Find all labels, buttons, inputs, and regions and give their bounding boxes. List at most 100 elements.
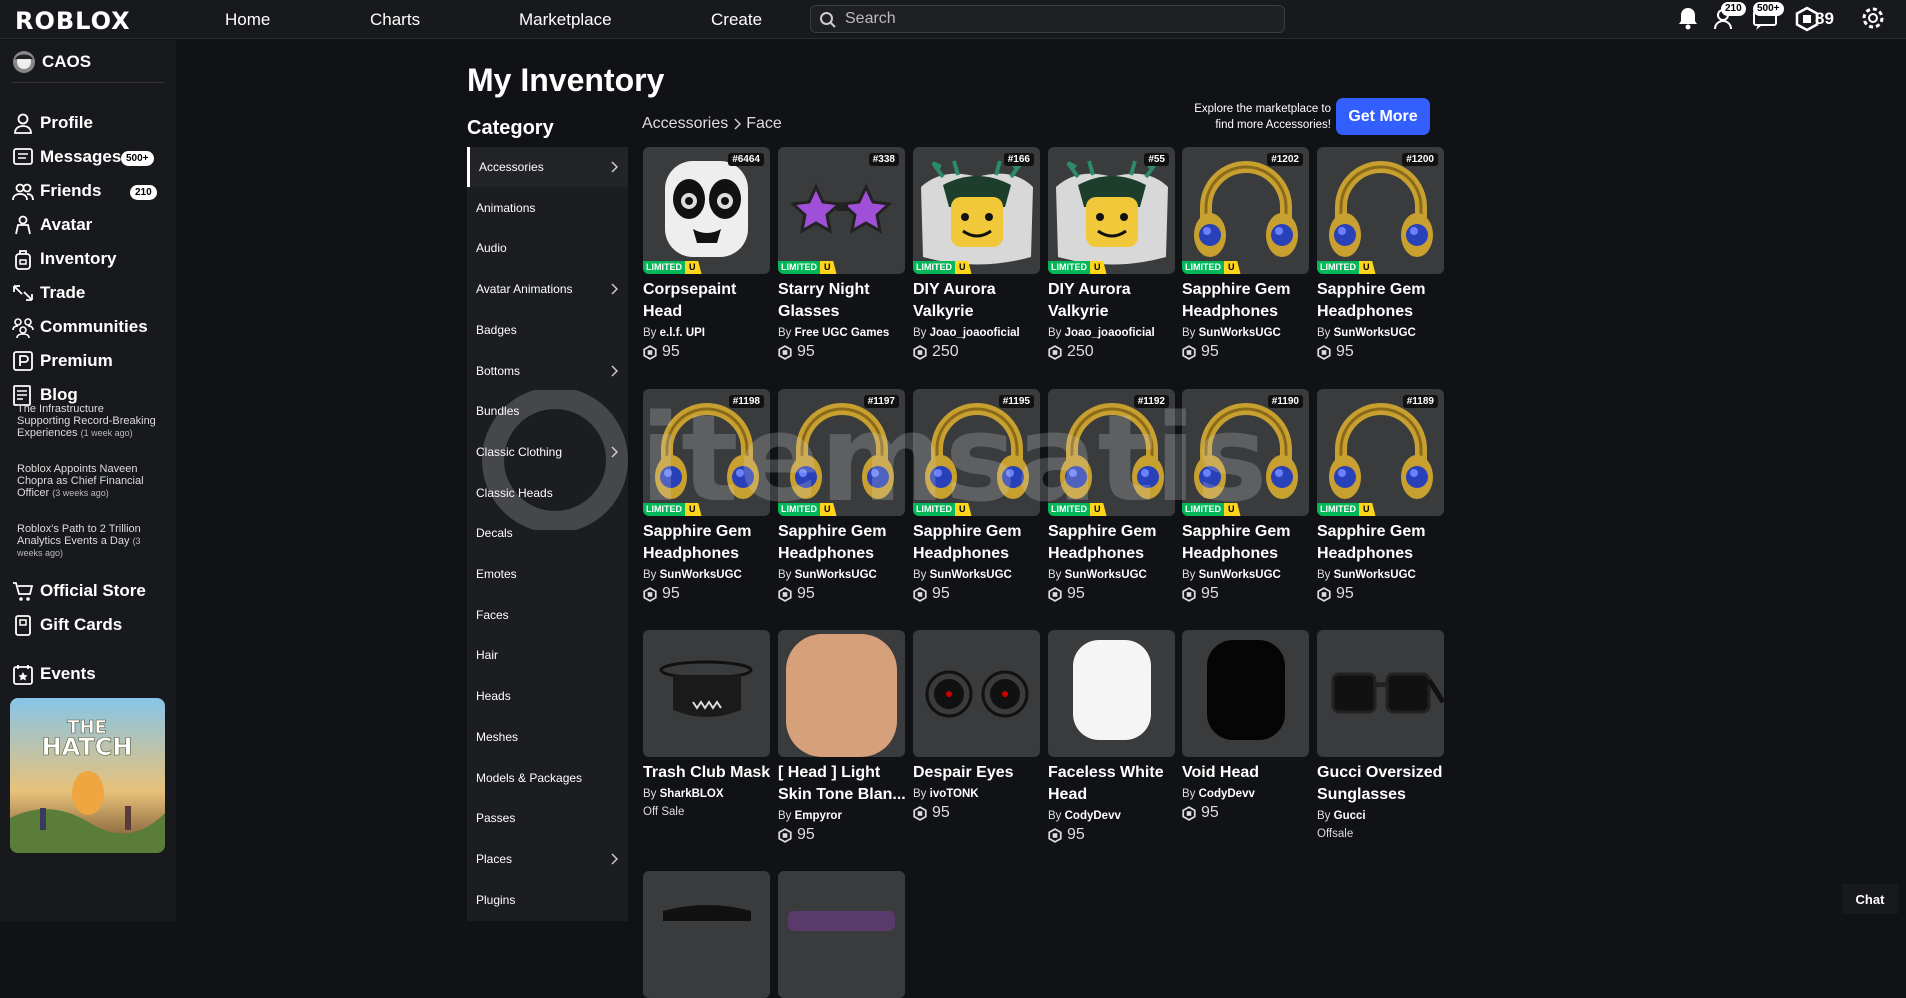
item-name[interactable]: Sapphire Gem Headphones — [913, 521, 1045, 565]
creator-link[interactable]: CodyDevv — [1065, 810, 1121, 822]
item-thumbnail[interactable]: #1189 LIMITED U — [1317, 389, 1444, 516]
item-thumbnail[interactable]: #1195 LIMITED U — [913, 389, 1040, 516]
nav-create[interactable]: Create — [711, 10, 762, 30]
item-thumbnail[interactable] — [643, 630, 770, 757]
creator-link[interactable]: SunWorksUGC — [1199, 327, 1281, 339]
item-name[interactable]: DIY Aurora Valkyrie — [913, 279, 1045, 323]
breadcrumb-accessories[interactable]: Accessories — [642, 115, 728, 133]
item-name[interactable]: Sapphire Gem Headphones — [1317, 279, 1449, 323]
category-item[interactable]: Classic Heads — [467, 473, 628, 513]
creator-link[interactable]: Joao_joaooficial — [930, 327, 1020, 339]
item-name[interactable]: Gucci Oversized Sunglasses — [1317, 762, 1449, 806]
item-thumbnail[interactable]: #1197 LIMITED U — [778, 389, 905, 516]
bell-icon[interactable] — [1677, 6, 1699, 32]
creator-link[interactable]: Gucci — [1334, 810, 1366, 822]
sidebar-item-official-store[interactable]: Official Store — [12, 578, 146, 604]
category-item[interactable]: Animations — [467, 188, 628, 228]
sidebar-item-inventory[interactable]: Inventory — [12, 246, 117, 272]
creator-link[interactable]: CodyDevv — [1199, 788, 1255, 800]
blog-post-link[interactable]: Roblox Appoints Naveen Chopra as Chief F… — [17, 463, 157, 499]
sidebar-item-gift-cards[interactable]: Gift Cards — [12, 612, 122, 638]
roblox-logo[interactable]: ROBLOX — [15, 7, 131, 35]
item-thumbnail[interactable]: #338 LIMITED U — [778, 147, 905, 274]
creator-link[interactable]: Empyror — [795, 810, 842, 822]
event-banner-the-hatch[interactable]: THE HATCH — [10, 698, 165, 853]
item-name[interactable]: Trash Club Mask — [643, 762, 775, 784]
item-name[interactable]: Starry Night Glasses — [778, 279, 910, 323]
item-name[interactable]: Sapphire Gem Headphones — [1182, 279, 1314, 323]
creator-link[interactable]: Joao_joaooficial — [1065, 327, 1155, 339]
category-item[interactable]: Avatar Animations — [467, 269, 628, 309]
item-thumbnail[interactable] — [643, 871, 770, 998]
category-item[interactable]: Audio — [467, 228, 628, 268]
creator-link[interactable]: e.l.f. UPI — [660, 327, 705, 339]
item-name[interactable]: DIY Aurora Valkyrie — [1048, 279, 1180, 323]
item-thumbnail[interactable]: #166 LIMITED U — [913, 147, 1040, 274]
sidebar-item-premium[interactable]: Premium — [12, 348, 113, 374]
category-item[interactable]: Accessories — [467, 147, 628, 187]
item-thumbnail[interactable] — [913, 630, 1040, 757]
item-thumbnail[interactable] — [1048, 630, 1175, 757]
item-thumbnail[interactable]: #1202 LIMITED U — [1182, 147, 1309, 274]
category-item[interactable]: Classic Clothing — [467, 432, 628, 472]
item-thumbnail[interactable] — [1182, 630, 1309, 757]
sidebar-item-messages[interactable]: Messages — [12, 144, 121, 170]
category-item[interactable]: Bundles — [467, 391, 628, 431]
item-thumbnail[interactable]: #1200 LIMITED U — [1317, 147, 1444, 274]
category-item[interactable]: Heads — [467, 676, 628, 716]
item-name[interactable]: Sapphire Gem Headphones — [778, 521, 910, 565]
category-item[interactable]: Emotes — [467, 554, 628, 594]
category-item[interactable]: Places — [467, 839, 628, 879]
item-thumbnail[interactable]: #1192 LIMITED U — [1048, 389, 1175, 516]
creator-link[interactable]: SunWorksUGC — [660, 569, 742, 581]
sidebar-item-avatar[interactable]: Avatar — [12, 212, 92, 238]
creator-link[interactable]: SunWorksUGC — [930, 569, 1012, 581]
search-box[interactable] — [810, 5, 1285, 33]
category-item[interactable]: Bottoms — [467, 351, 628, 391]
category-item[interactable]: Models & Packages — [467, 758, 628, 798]
item-name[interactable]: Despair Eyes — [913, 762, 1045, 784]
item-name[interactable]: Faceless White Head — [1048, 762, 1180, 806]
category-item[interactable]: Plugins — [467, 880, 628, 920]
item-thumbnail[interactable]: #1198 LIMITED U — [643, 389, 770, 516]
category-item[interactable]: Faces — [467, 595, 628, 635]
sidebar-item-communities[interactable]: Communities — [12, 314, 148, 340]
sidebar-item-trade[interactable]: Trade — [12, 280, 85, 306]
sidebar-item-events[interactable]: Events — [12, 661, 96, 687]
category-item[interactable]: Hair — [467, 635, 628, 675]
sidebar-item-profile[interactable]: Profile — [12, 110, 93, 136]
creator-link[interactable]: ivoTONK — [930, 788, 979, 800]
item-thumbnail[interactable] — [778, 871, 905, 998]
item-thumbnail[interactable] — [1317, 630, 1444, 757]
item-thumbnail[interactable] — [778, 630, 905, 757]
nav-home[interactable]: Home — [225, 10, 270, 30]
search-input[interactable] — [845, 9, 1275, 29]
nav-charts[interactable]: Charts — [370, 10, 420, 30]
item-name[interactable]: Sapphire Gem Headphones — [1048, 521, 1180, 565]
item-name[interactable]: Void Head — [1182, 762, 1314, 784]
item-name[interactable]: Sapphire Gem Headphones — [1317, 521, 1449, 565]
item-name[interactable]: [ Head ] Light Skin Tone Blan... — [778, 762, 910, 806]
creator-link[interactable]: Free UGC Games — [795, 327, 890, 339]
get-more-button[interactable]: Get More — [1336, 98, 1430, 135]
creator-link[interactable]: SharkBLOX — [660, 788, 724, 800]
chat-button[interactable]: Chat — [1842, 884, 1898, 914]
gear-icon[interactable] — [1860, 5, 1886, 31]
item-name[interactable]: Corpsepaint Head — [643, 279, 775, 323]
item-thumbnail[interactable]: #1190 LIMITED U — [1182, 389, 1309, 516]
category-item[interactable]: Badges — [467, 310, 628, 350]
sidebar-item-friends[interactable]: Friends — [12, 178, 101, 204]
robux-balance[interactable]: 89 — [1815, 9, 1834, 29]
category-item[interactable]: Meshes — [467, 717, 628, 757]
blog-post-link[interactable]: Roblox's Path to 2 Trillion Analytics Ev… — [17, 523, 157, 559]
creator-link[interactable]: SunWorksUGC — [1334, 327, 1416, 339]
category-item[interactable]: Decals — [467, 513, 628, 553]
creator-link[interactable]: SunWorksUGC — [1065, 569, 1147, 581]
creator-link[interactable]: SunWorksUGC — [1334, 569, 1416, 581]
item-name[interactable]: Sapphire Gem Headphones — [643, 521, 775, 565]
creator-link[interactable]: SunWorksUGC — [795, 569, 877, 581]
user-profile-link[interactable]: CAOS — [12, 50, 91, 74]
item-name[interactable]: Sapphire Gem Headphones — [1182, 521, 1314, 565]
blog-post-link[interactable]: The Infrastructure Supporting Record-Bre… — [17, 403, 157, 439]
item-thumbnail[interactable]: #6464 LIMITED U — [643, 147, 770, 274]
